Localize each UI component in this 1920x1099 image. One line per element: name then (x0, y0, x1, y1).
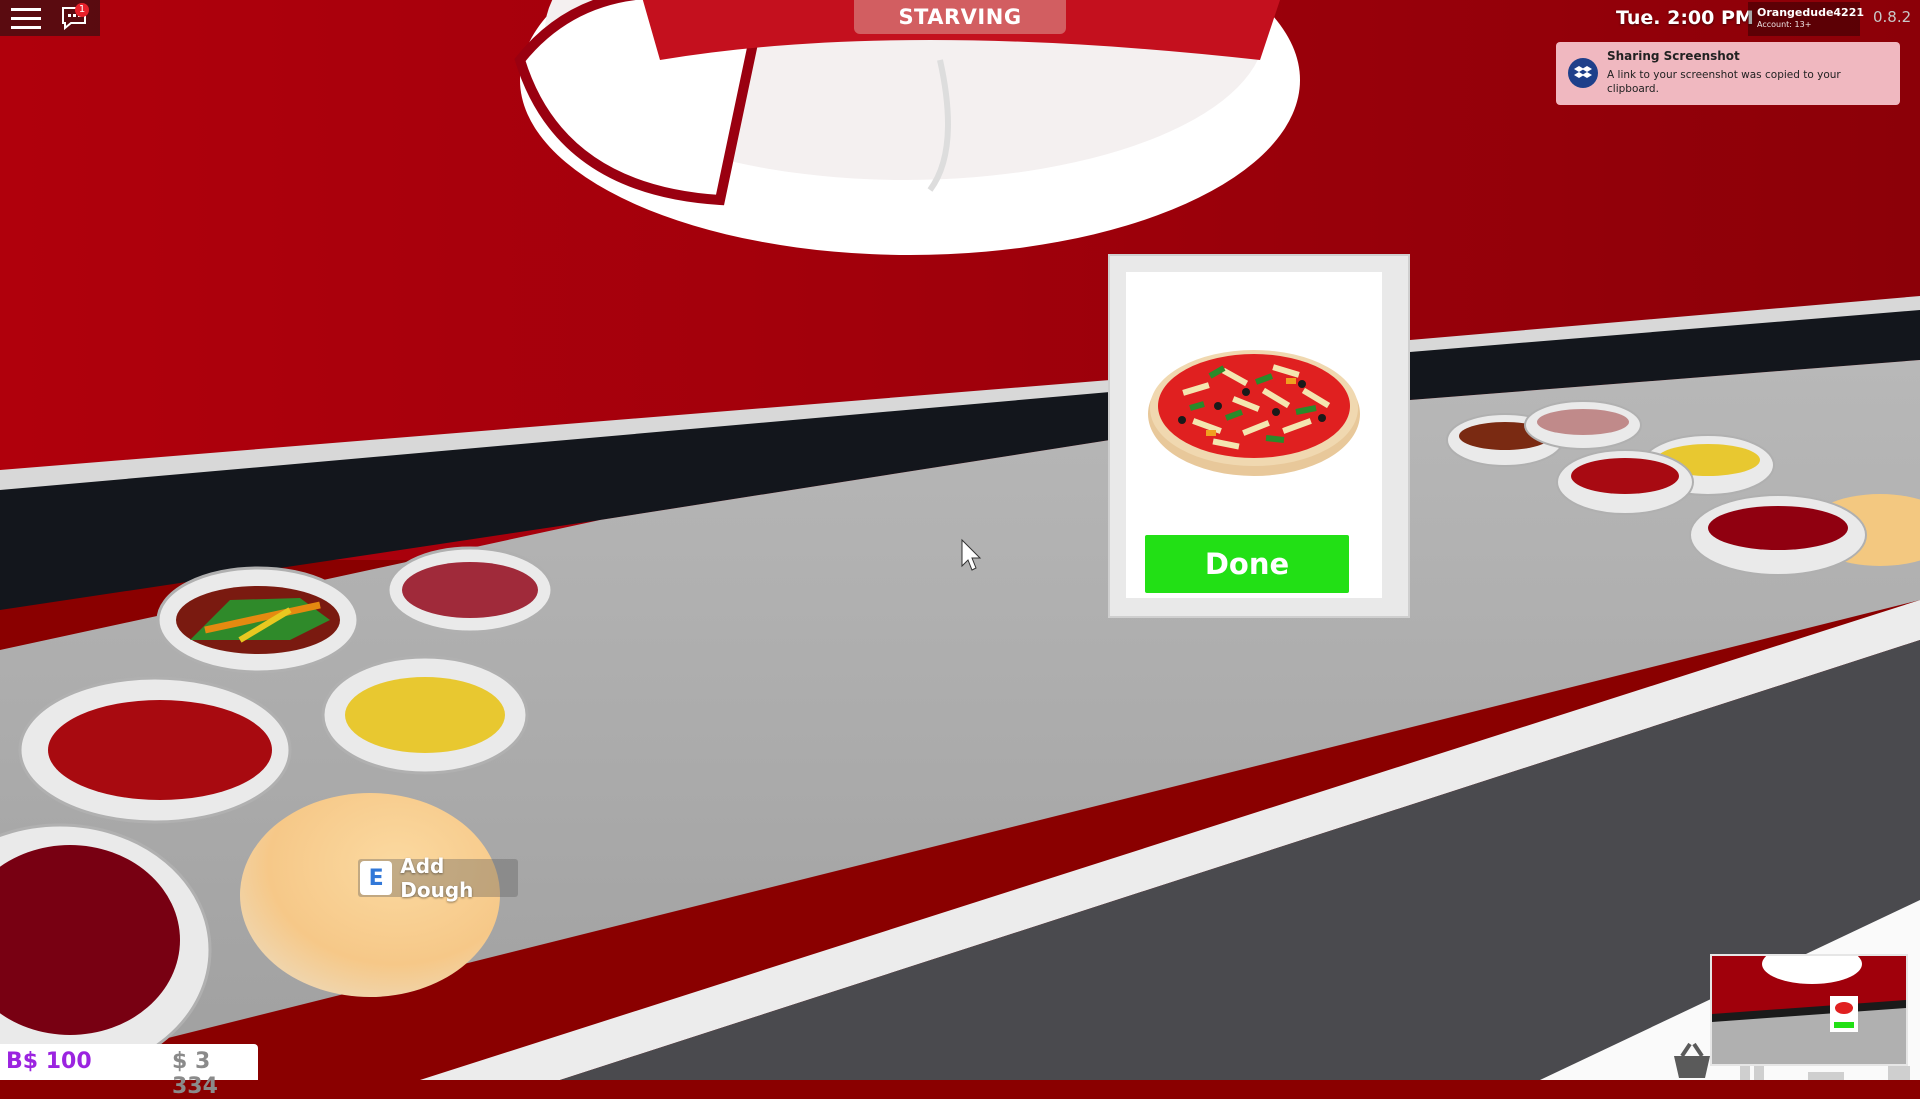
account-name: Orangedude4221 (1757, 6, 1865, 19)
build-preview-thumbnail[interactable] (1710, 944, 1908, 1066)
bloxburg-bucks: B$ 100 (6, 1049, 92, 1074)
game-clock: Tue. 2:00 PM (1616, 7, 1754, 29)
scene-preview-icon (1712, 944, 1906, 1064)
currency-bar: B$ 100 $ 3 334 (0, 1044, 258, 1099)
toast-title: Sharing Screenshot (1607, 49, 1740, 63)
interaction-prompt[interactable]: E Add Dough (358, 854, 518, 902)
screenshot-toast[interactable]: Sharing Screenshot A link to your screen… (1556, 42, 1900, 105)
version-label: 0.8.2 (1873, 8, 1912, 26)
done-button[interactable]: Done (1145, 535, 1349, 593)
hamburger-icon (11, 8, 41, 29)
pizza-icon (1148, 350, 1360, 476)
interact-key: E (360, 861, 393, 895)
dropbox-icon (1568, 58, 1598, 88)
game-scene (0, 0, 1920, 1080)
toast-message: A link to your screenshot was copied to … (1607, 69, 1841, 95)
build-tools-icons (1740, 1066, 1910, 1080)
shopping-basket-icon[interactable] (1668, 1040, 1716, 1080)
account-age: Account: 13+ (1757, 20, 1812, 29)
chat-badge: 1 (75, 3, 89, 17)
menu-button[interactable] (0, 0, 52, 36)
interact-label: Add Dough (400, 854, 474, 902)
account-info: Orangedude4221 Account: 13+ (1748, 2, 1864, 36)
top-left-bar: 1 (0, 0, 100, 36)
hunger-status: STARVING (854, 0, 1066, 34)
cash-balance: $ 3 334 (172, 1049, 218, 1099)
chat-button[interactable]: 1 (52, 0, 96, 36)
